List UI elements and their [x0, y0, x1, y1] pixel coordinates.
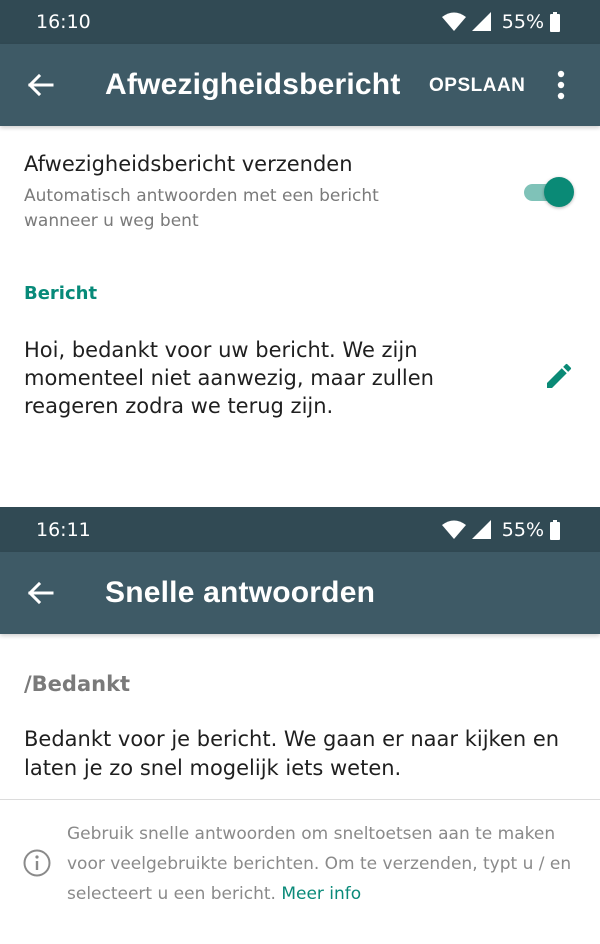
battery-text: 55% [501, 11, 544, 33]
toolbar-away-message: Afwezigheidsbericht OPSLAAN [0, 44, 600, 126]
status-time: 16:11 [36, 519, 91, 541]
pencil-icon[interactable] [543, 360, 575, 396]
wifi-icon [441, 520, 466, 540]
save-button[interactable]: OPSLAAN [429, 75, 525, 97]
cell-signal-icon [471, 520, 492, 540]
status-bar-2: 16:11 55% [0, 507, 600, 552]
battery-text: 55% [501, 519, 544, 541]
send-away-toggle[interactable] [524, 176, 574, 208]
section-label-message: Bericht [24, 283, 98, 304]
setting-title: Afwezigheidsbericht verzenden [24, 152, 353, 176]
back-arrow-icon[interactable] [26, 581, 54, 609]
page-title: Snelle antwoorden [105, 576, 376, 609]
status-time: 16:10 [36, 11, 91, 33]
back-arrow-icon[interactable] [26, 73, 54, 101]
quick-reply-message: Bedankt voor je bericht. We gaan er naar… [24, 727, 560, 780]
more-info-link[interactable]: Meer info [281, 884, 361, 904]
cell-signal-icon [471, 12, 492, 32]
quick-reply-shortcut: /Bedankt [24, 672, 131, 696]
away-message-text: Hoi, bedankt voor uw bericht. We zijn mo… [24, 338, 434, 418]
battery-icon [550, 520, 560, 540]
divider [0, 799, 600, 800]
wifi-icon [441, 12, 466, 32]
info-icon [22, 848, 52, 882]
status-bar-1: 16:10 55% [0, 0, 600, 44]
toolbar-quick-replies: Snelle antwoorden [0, 552, 600, 634]
info-footer: Gebruik snelle antwoorden om sneltoetsen… [67, 819, 587, 909]
page-title: Afwezigheidsbericht [105, 68, 401, 101]
more-vert-icon[interactable] [557, 70, 565, 104]
battery-icon [550, 12, 560, 32]
setting-subtitle: Automatisch antwoorden met een bericht w… [24, 186, 379, 231]
toggle-knob [544, 177, 574, 207]
